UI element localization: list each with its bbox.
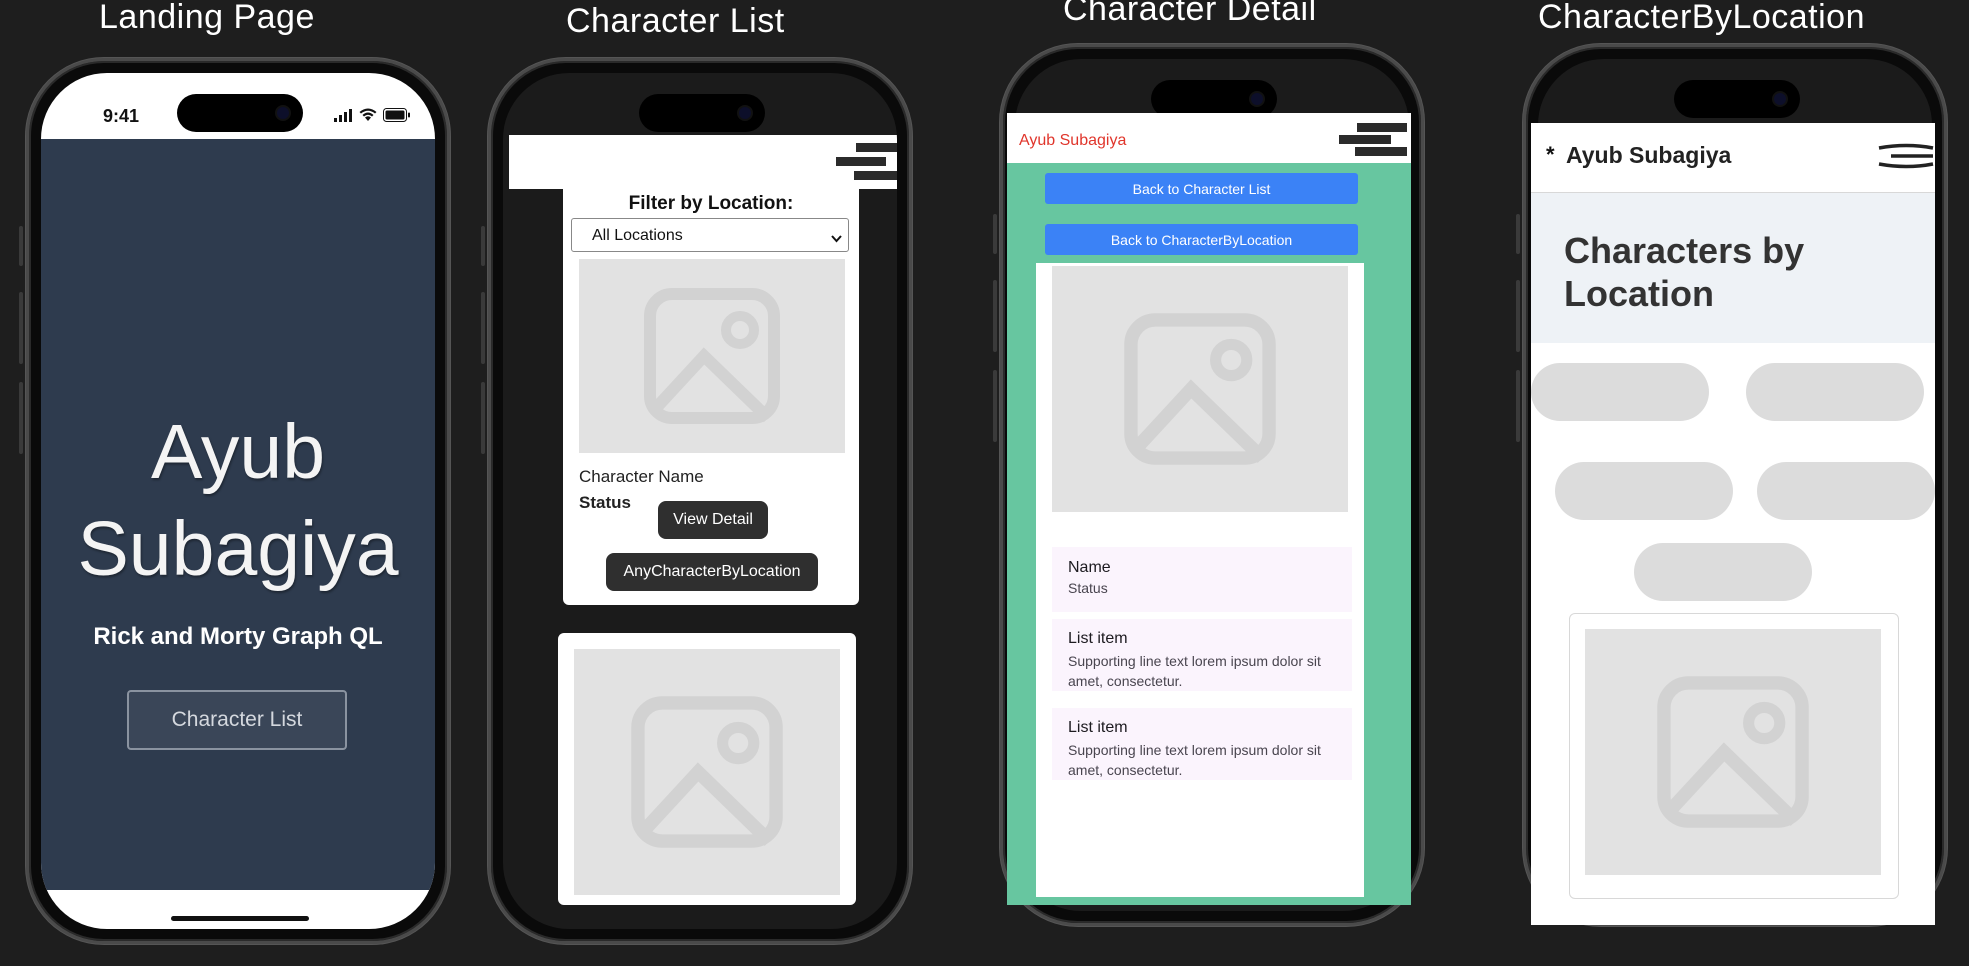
list-item-title: List item bbox=[1068, 719, 1128, 736]
image-placeholder-icon bbox=[1585, 629, 1881, 875]
list-item-text: Supporting line text lorem ipsum dolor s… bbox=[1068, 742, 1321, 778]
list-item-title: List item bbox=[1068, 630, 1128, 647]
list-item-text: Status bbox=[1068, 580, 1108, 596]
hero-title-line2: Subagiya bbox=[77, 506, 399, 592]
dynamic-island bbox=[177, 94, 303, 132]
location-select[interactable]: All Locations bbox=[571, 218, 849, 252]
brand-logo: * bbox=[1546, 142, 1555, 167]
character-by-location-button[interactable]: AnyCharacterByLocation bbox=[606, 553, 818, 591]
detail-header: Ayub Subagiya bbox=[1007, 113, 1411, 163]
list-item: List item Supporting line text lorem ips… bbox=[1052, 619, 1352, 691]
phone-side-button bbox=[481, 382, 485, 454]
phone-side-button bbox=[1516, 370, 1520, 442]
view-detail-button[interactable]: View Detail bbox=[658, 501, 768, 539]
hamburger-icon[interactable] bbox=[836, 143, 897, 180]
app-header bbox=[509, 135, 897, 189]
battery-icon bbox=[383, 108, 411, 122]
home-indicator bbox=[171, 916, 309, 921]
phone-side-button bbox=[19, 226, 23, 266]
dynamic-island bbox=[639, 94, 765, 132]
phone-side-button bbox=[19, 292, 23, 364]
phone-side-button bbox=[481, 226, 485, 266]
location-chip[interactable] bbox=[1531, 363, 1709, 421]
hamburger-icon[interactable] bbox=[1877, 141, 1935, 171]
detail-screen: Ayub Subagiya Back to Character List Bac… bbox=[1007, 113, 1411, 905]
image-placeholder-icon bbox=[579, 259, 845, 453]
phone-frame-character-list: Filter by Location: All Locations Charac… bbox=[488, 58, 912, 944]
status-time: 9:41 bbox=[103, 106, 140, 126]
list-item: List item Supporting line text lorem ips… bbox=[1052, 708, 1352, 780]
back-to-character-by-location-button[interactable]: Back to CharacterByLocation bbox=[1045, 224, 1358, 255]
bylocation-screen: * Ayub Subagiya Characters by Location bbox=[1531, 123, 1935, 925]
dynamic-island bbox=[1674, 80, 1800, 118]
character-card: Filter by Location: All Locations Charac… bbox=[563, 187, 859, 605]
list-item: Name Status bbox=[1052, 547, 1352, 612]
page-title: Characters by Location bbox=[1564, 230, 1805, 314]
frame-title-character-list: Character List bbox=[566, 2, 785, 40]
signal-icon bbox=[334, 109, 354, 122]
location-chip[interactable] bbox=[1757, 462, 1935, 520]
image-placeholder-icon bbox=[1052, 266, 1348, 512]
list-item-title: Name bbox=[1068, 559, 1111, 576]
phone-side-button bbox=[1516, 214, 1520, 254]
phone-side-button bbox=[481, 292, 485, 364]
character-name: Character Name bbox=[579, 467, 704, 486]
location-chip[interactable] bbox=[1555, 462, 1733, 520]
page-hero: Characters by Location bbox=[1531, 193, 1935, 343]
detail-body: Back to Character List Back to Character… bbox=[1036, 163, 1364, 897]
location-chip[interactable] bbox=[1746, 363, 1924, 421]
frame-title-character-by-location: CharacterByLocation bbox=[1538, 0, 1866, 36]
phone-side-button bbox=[19, 382, 23, 454]
frame-title-landing: Landing Page bbox=[99, 0, 315, 36]
phone-frame-landing: 9:41 Ayub Subagiya Rick and Morty Graph … bbox=[26, 58, 450, 944]
hamburger-icon[interactable] bbox=[1339, 123, 1407, 157]
phone-side-button bbox=[993, 214, 997, 254]
location-chip[interactable] bbox=[1634, 543, 1812, 601]
character-card[interactable] bbox=[1569, 613, 1899, 899]
brand-title: Ayub Subagiya bbox=[1019, 132, 1127, 149]
phone-screen-landing: 9:41 Ayub Subagiya Rick and Morty Graph … bbox=[41, 73, 435, 929]
hero-subtitle: Rick and Morty Graph QL bbox=[93, 623, 383, 650]
phone-side-button bbox=[993, 370, 997, 442]
brand-title: Ayub Subagiya bbox=[1566, 142, 1732, 168]
chevron-down-icon bbox=[831, 230, 842, 248]
character-card bbox=[558, 633, 856, 905]
phone-side-button bbox=[993, 280, 997, 352]
character-list-button[interactable]: Character List bbox=[127, 690, 347, 750]
filter-label: Filter by Location: bbox=[628, 193, 794, 214]
location-select-value: All Locations bbox=[592, 227, 683, 244]
hero-title-line1: Ayub bbox=[150, 409, 326, 495]
character-status: Status bbox=[579, 493, 631, 512]
phone-screen-character-list: Filter by Location: All Locations Charac… bbox=[503, 73, 897, 929]
landing-hero: Ayub Subagiya Rick and Morty Graph QL Ch… bbox=[41, 139, 435, 890]
list-item-text: Supporting line text lorem ipsum dolor s… bbox=[1068, 653, 1321, 689]
back-to-character-list-button[interactable]: Back to Character List bbox=[1045, 173, 1358, 204]
wifi-icon bbox=[359, 108, 377, 122]
frame-title-character-detail: Character Detail bbox=[1063, 0, 1317, 28]
bylocation-header: * Ayub Subagiya bbox=[1531, 123, 1935, 193]
phone-side-button bbox=[1516, 280, 1520, 352]
image-placeholder-icon bbox=[574, 649, 840, 895]
